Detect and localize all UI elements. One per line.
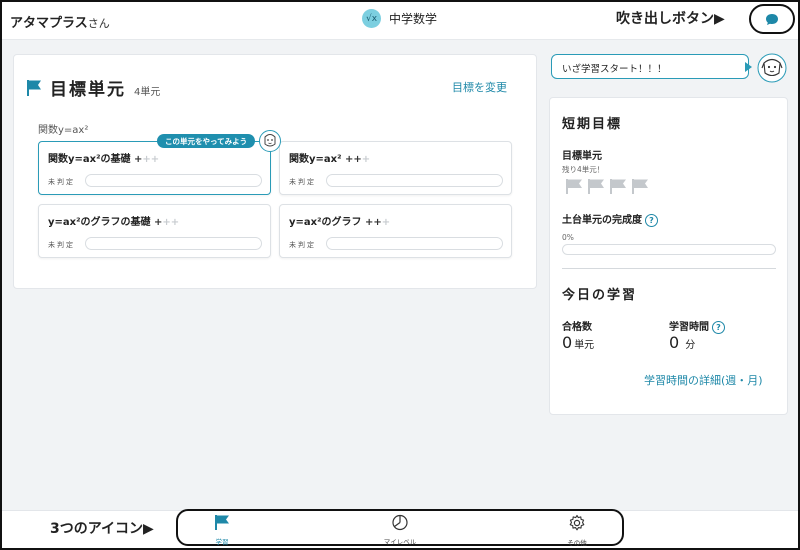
gray-flag-icon xyxy=(632,179,648,194)
unit-card[interactable]: 関数y=ax² +++ 未判定 xyxy=(279,141,512,195)
gray-flag-icon xyxy=(588,179,604,194)
unit-card[interactable]: 関数y=ax²の基礎 +++ 未判定 xyxy=(38,141,271,195)
help-icon[interactable]: ? xyxy=(645,213,658,227)
unit-status: 未判定 xyxy=(48,241,75,249)
unit-progress-bar xyxy=(326,237,503,250)
unit-status: 未判定 xyxy=(289,241,316,249)
passed-value: 0 単元 xyxy=(562,333,595,352)
nav-label: その他 xyxy=(567,539,587,547)
goal-flags xyxy=(565,178,649,195)
nav-label: 学習 xyxy=(215,538,229,546)
flag-icon xyxy=(27,80,41,96)
gray-flag-icon xyxy=(566,179,582,194)
today-title: 今日の学習 xyxy=(562,288,638,303)
unit-name: 関数y=ax²の基礎 +++ xyxy=(48,154,160,165)
nav-label: マイレベル xyxy=(383,538,417,546)
mascot-speech-bubble: いざ学習スタート！！！ xyxy=(551,54,749,79)
nav-study[interactable]: 学習 xyxy=(182,514,262,546)
nav-my-level[interactable]: マイレベル xyxy=(360,514,440,546)
nav-other[interactable]: その他 xyxy=(537,514,617,547)
goal-count: 4単元 xyxy=(134,87,161,98)
base-completion-label: 土台単元の完成度? xyxy=(562,211,658,227)
study-time-label: 学習時間? xyxy=(669,318,725,334)
unit-status: 未判定 xyxy=(48,178,75,186)
study-time-value: 0分 xyxy=(669,333,696,352)
gray-flag-icon xyxy=(610,179,626,194)
target-units-label: 目標単元 xyxy=(562,151,602,162)
completion-percent: 0% xyxy=(562,233,574,242)
study-time-detail-link[interactable]: 学習時間の詳細(週・月) xyxy=(644,372,763,388)
subject-badge-icon: √x xyxy=(362,9,381,28)
gear-icon xyxy=(569,514,585,531)
unit-card[interactable]: y=ax²のグラフの基礎 +++ 未判定 xyxy=(38,204,271,258)
passed-label: 合格数 xyxy=(562,322,592,333)
unit-group-label: 関数y=ax² xyxy=(38,125,89,136)
short-term-title: 短期目標 xyxy=(562,117,623,132)
speech-tail xyxy=(745,62,752,72)
subject-label: 中学数学 xyxy=(389,12,438,26)
unit-name: 関数y=ax² +++ xyxy=(289,154,371,165)
remaining-units: 残り4単元！ xyxy=(562,165,605,174)
user-name-text: アタマプラス xyxy=(10,16,88,31)
speech-bubble-icon xyxy=(766,13,778,25)
change-goal-link[interactable]: 目標を変更 xyxy=(452,79,507,95)
unit-progress-bar xyxy=(85,174,262,187)
help-icon[interactable]: ? xyxy=(712,320,725,334)
subject-selector[interactable]: √x 中学数学 xyxy=(362,9,437,28)
flag-icon xyxy=(215,515,229,530)
mascot-icon[interactable] xyxy=(756,53,788,83)
unit-progress-bar xyxy=(85,237,262,250)
unit-name: y=ax²のグラフ +++ xyxy=(289,217,391,228)
divider xyxy=(562,268,776,269)
unit-name: y=ax²のグラフの基礎 +++ xyxy=(48,217,180,228)
goal-header: 目標単元 4単元 xyxy=(26,75,160,100)
goal-units-card: 目標単元 4単元 目標を変更 関数y=ax² 関数y=ax²の基礎 +++ 未判… xyxy=(13,54,537,289)
unit-status: 未判定 xyxy=(289,178,316,186)
chat-button-callout: 吹き出しボタン▶ xyxy=(616,11,725,27)
unit-progress-bar xyxy=(326,174,503,187)
unit-card[interactable]: y=ax²のグラフ +++ 未判定 xyxy=(279,204,512,258)
summary-card: 短期目標 目標単元 残り4単元！ 土台単元の完成度? 0% 今日の学習 合格数 … xyxy=(549,97,788,415)
goal-title: 目標単元 xyxy=(50,80,126,100)
user-name: アタマプラスさん xyxy=(10,12,110,31)
try-unit-bubble[interactable]: この単元をやってみよう xyxy=(157,134,256,148)
pie-chart-icon xyxy=(392,514,408,531)
user-suffix: さん xyxy=(87,17,110,30)
icons-callout: 3つのアイコン▶ xyxy=(50,521,154,537)
completion-progress-bar xyxy=(562,244,776,255)
chat-button[interactable] xyxy=(749,4,795,34)
mascot-icon xyxy=(259,130,281,152)
